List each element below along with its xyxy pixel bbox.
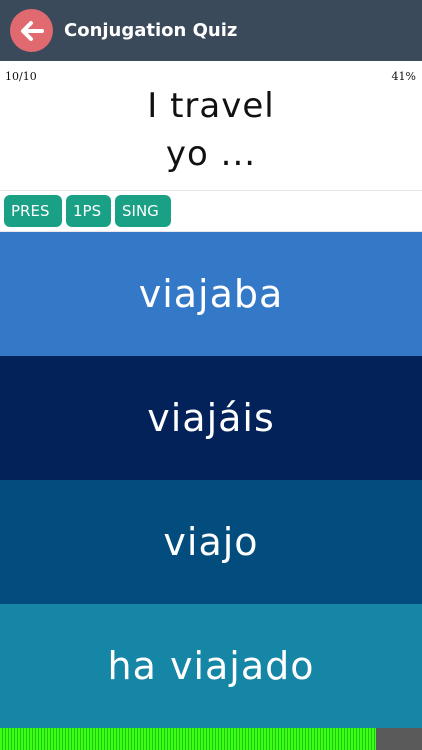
score-percentage: 41%: [391, 70, 416, 83]
divider: [0, 190, 422, 191]
tag-tense: PRES: [4, 195, 62, 227]
answer-option-2[interactable]: viajáis: [0, 356, 422, 480]
tag-person: 1PS: [66, 195, 111, 227]
timer-bar-fill: [0, 728, 376, 750]
app-header: Conjugation Quiz: [0, 0, 422, 61]
prompt-pronoun: yo ...: [165, 134, 257, 174]
arrow-left-icon: [20, 20, 44, 41]
answer-option-3[interactable]: viajo: [0, 480, 422, 604]
back-button[interactable]: [10, 9, 53, 52]
page-title: Conjugation Quiz: [64, 20, 238, 41]
answer-option-4[interactable]: ha viajado: [0, 604, 422, 728]
prompt-english: I travel: [147, 86, 275, 126]
tense-tags: PRES 1PS SING: [4, 195, 171, 227]
answer-option-1[interactable]: viajaba: [0, 232, 422, 356]
tag-number: SING: [115, 195, 171, 227]
question-counter: 10/10: [5, 70, 37, 83]
timer-bar: [0, 728, 422, 750]
